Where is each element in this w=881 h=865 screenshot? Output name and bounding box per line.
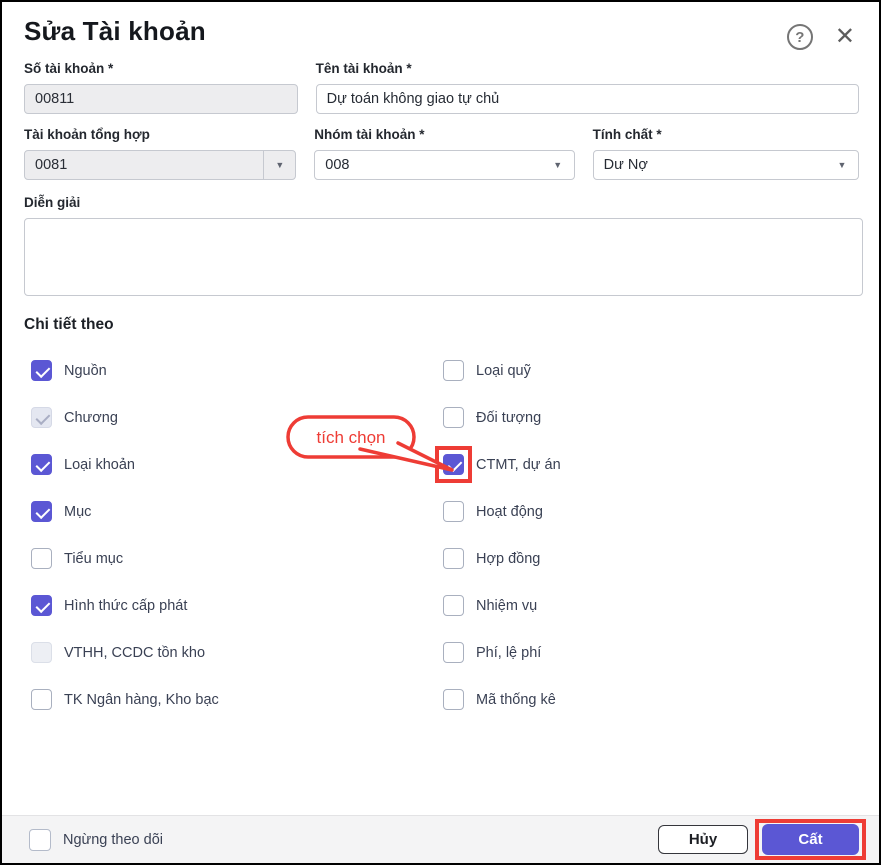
checkbox[interactable] — [31, 689, 52, 710]
save-button[interactable]: Cất — [762, 824, 859, 855]
summary-account-label: Tài khoản tổng hợp — [24, 127, 296, 142]
checkbox-label: Loại khoản — [64, 457, 135, 473]
account-group-dropdown[interactable]: 008 ▼ — [314, 150, 574, 180]
description-label: Diễn giải — [24, 195, 859, 210]
stop-tracking-label: Ngừng theo dõi — [63, 832, 163, 848]
nature-dropdown[interactable]: Dư Nợ ▼ — [593, 150, 859, 180]
detail-checkbox-row[interactable]: Hoạt động — [443, 488, 859, 535]
detail-checkbox-row[interactable]: Mã thống kê — [443, 676, 859, 723]
checkbox-label: Hợp đồng — [476, 551, 540, 567]
close-icon[interactable]: ✕ — [833, 25, 857, 49]
nature-label: Tính chất * — [593, 127, 859, 142]
chevron-down-icon[interactable]: ▼ — [542, 151, 574, 179]
detail-checkbox-row[interactable]: Phí, lệ phí — [443, 629, 859, 676]
checkbox[interactable] — [31, 642, 52, 663]
summary-account-dropdown[interactable]: 0081 ▼ — [24, 150, 296, 180]
checkbox-label: Tiểu mục — [64, 551, 123, 567]
cancel-button[interactable]: Hủy — [658, 825, 748, 854]
checkbox-column-left: Nguồn Chương Loại khoản Mục — [24, 347, 443, 723]
checkbox-label: Đối tượng — [476, 410, 541, 426]
checkbox[interactable] — [443, 407, 464, 428]
description-textarea[interactable] — [24, 218, 863, 296]
account-group-label: Nhóm tài khoản * — [314, 127, 574, 142]
checkbox-label: Loại quỹ — [476, 363, 531, 379]
checkbox[interactable] — [443, 642, 464, 663]
detail-checkbox-row[interactable]: Hợp đồng — [443, 535, 859, 582]
checkbox-label: Nguồn — [64, 363, 107, 379]
detail-section-heading: Chi tiết theo — [24, 316, 859, 334]
account-number-label: Số tài khoản * — [24, 61, 298, 76]
checkbox[interactable] — [443, 595, 464, 616]
checkbox-label: VTHH, CCDC tồn kho — [64, 645, 205, 661]
dialog-footer: Ngừng theo dõi Hủy Cất — [2, 815, 879, 863]
checkbox[interactable] — [31, 548, 52, 569]
checkbox[interactable] — [443, 548, 464, 569]
checkbox[interactable] — [443, 360, 464, 381]
checkbox[interactable] — [31, 595, 52, 616]
detail-checkbox-grid: Nguồn Chương Loại khoản Mục — [24, 347, 859, 723]
checkbox-label: CTMT, dự án — [476, 457, 561, 473]
detail-checkbox-row[interactable]: Loại quỹ — [443, 347, 859, 394]
stop-tracking-row[interactable]: Ngừng theo dõi — [29, 829, 163, 851]
checkbox[interactable] — [31, 454, 52, 475]
account-number-input[interactable] — [24, 84, 298, 114]
detail-checkbox-row[interactable]: Mục — [31, 488, 443, 535]
checkbox-label: Phí, lệ phí — [476, 645, 541, 661]
checkbox-label: Mã thống kê — [476, 692, 556, 708]
account-name-input[interactable] — [316, 84, 859, 114]
checkbox-label: Nhiệm vụ — [476, 598, 537, 614]
detail-checkbox-row[interactable]: CTMT, dự án — [443, 441, 859, 488]
detail-checkbox-row[interactable]: TK Ngân hàng, Kho bạc — [31, 676, 443, 723]
checkbox-label: Hoạt động — [476, 504, 543, 520]
dialog-header: Sửa Tài khoản ? ✕ — [24, 16, 859, 50]
detail-checkbox-row[interactable]: Tiểu mục — [31, 535, 443, 582]
checkbox[interactable] — [31, 360, 52, 381]
page-title: Sửa Tài khoản — [24, 16, 206, 47]
detail-checkbox-row[interactable]: Chương — [31, 394, 443, 441]
account-name-label: Tên tài khoản * — [316, 61, 859, 76]
detail-checkbox-row[interactable]: Nhiệm vụ — [443, 582, 859, 629]
stop-tracking-checkbox[interactable] — [29, 829, 51, 851]
detail-checkbox-row[interactable]: Loại khoản — [31, 441, 443, 488]
checkbox-label: TK Ngân hàng, Kho bạc — [64, 692, 219, 708]
detail-checkbox-row[interactable]: Hình thức cấp phát — [31, 582, 443, 629]
chevron-down-icon[interactable]: ▼ — [263, 151, 295, 179]
save-button-highlight: Cất — [762, 824, 859, 855]
detail-checkbox-row[interactable]: Đối tượng — [443, 394, 859, 441]
edit-account-dialog: Sửa Tài khoản ? ✕ Số tài khoản * Tên tài… — [0, 0, 881, 865]
detail-checkbox-row[interactable]: Nguồn — [31, 347, 443, 394]
help-icon[interactable]: ? — [787, 24, 813, 50]
detail-checkbox-row[interactable]: VTHH, CCDC tồn kho — [31, 629, 443, 676]
checkbox-column-right: Loại quỹ Đối tượng CTMT, dự án H — [443, 347, 859, 723]
chevron-down-icon[interactable]: ▼ — [826, 151, 858, 179]
checkbox-label: Hình thức cấp phát — [64, 598, 187, 614]
checkbox[interactable] — [31, 501, 52, 522]
checkbox-label: Chương — [64, 410, 118, 426]
checkbox[interactable] — [31, 407, 52, 428]
checkbox-label: Mục — [64, 504, 91, 520]
checkbox[interactable] — [443, 454, 464, 475]
checkbox[interactable] — [443, 501, 464, 522]
checkbox[interactable] — [443, 689, 464, 710]
